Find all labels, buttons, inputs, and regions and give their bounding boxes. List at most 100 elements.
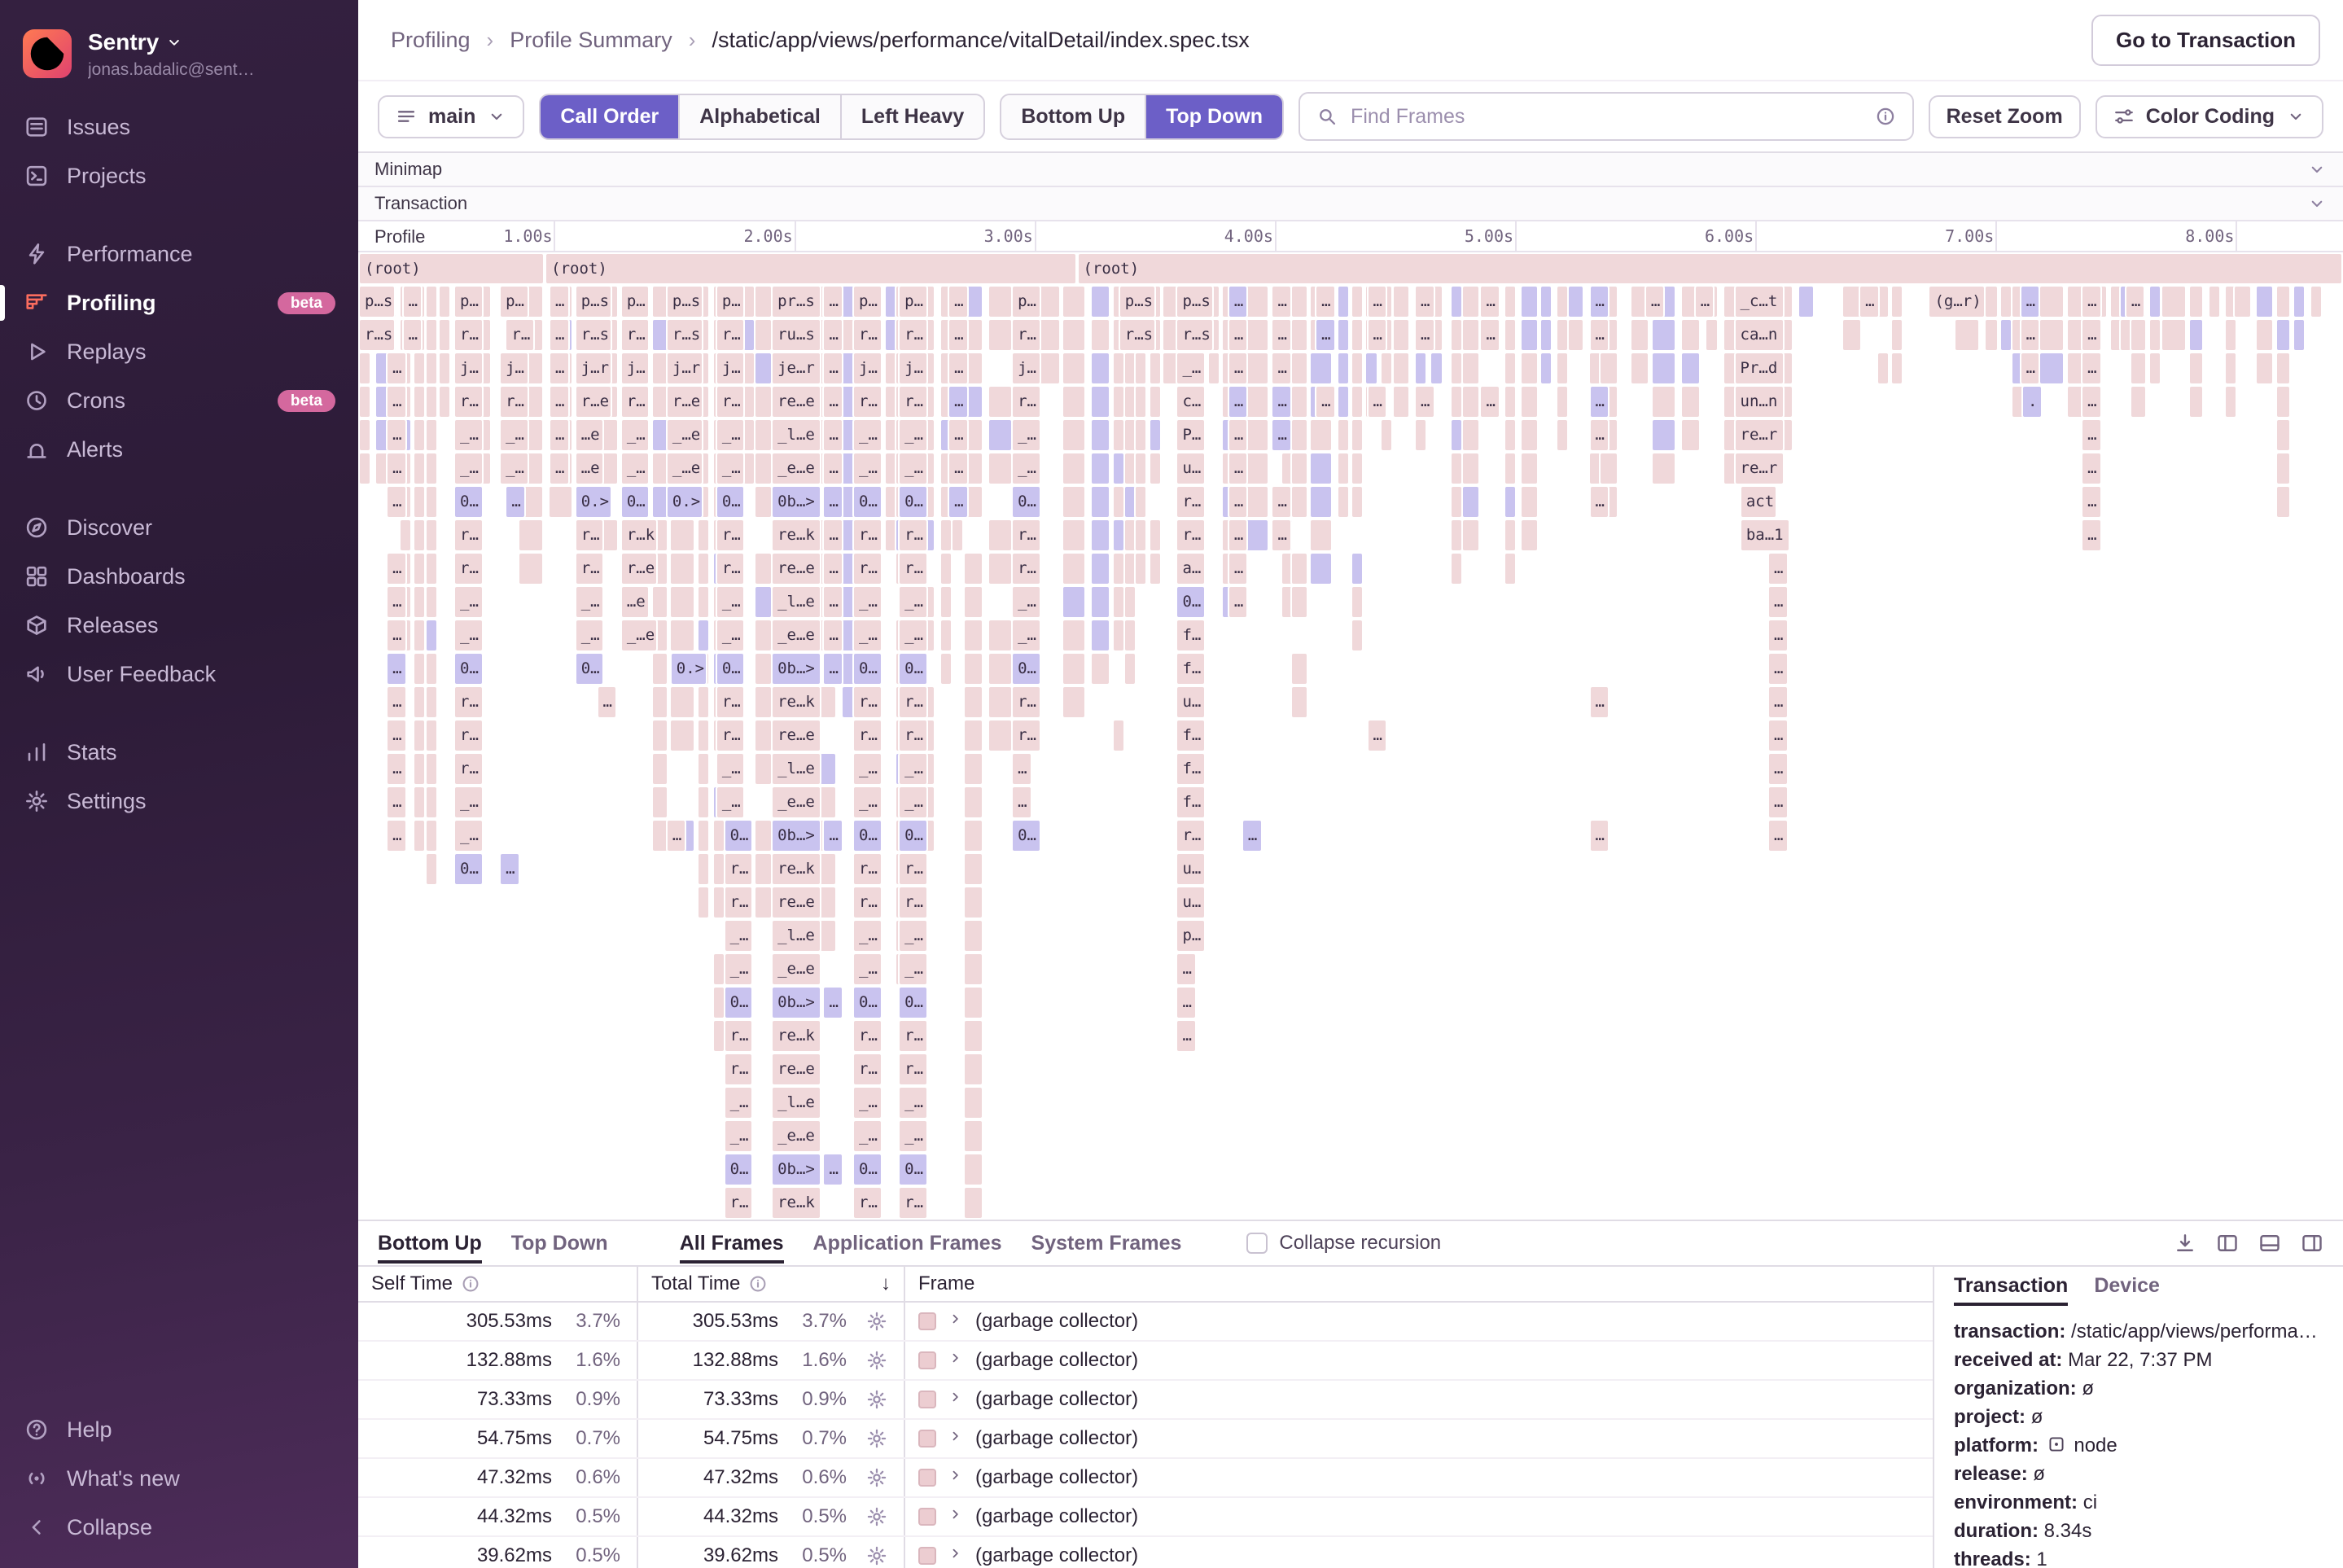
flame-frame[interactable]: a…: [1176, 552, 1206, 585]
flame-frame[interactable]: _…: [453, 819, 484, 852]
flame-frame[interactable]: _…: [716, 752, 746, 786]
flame-frame[interactable]: r…: [620, 385, 650, 418]
sidebar-item-collapse[interactable]: Collapse: [0, 1503, 358, 1552]
flame-frame[interactable]: [1290, 285, 1307, 318]
flame-frame[interactable]: r…: [852, 318, 882, 352]
flame-frame[interactable]: 0b…>: [771, 819, 821, 852]
flame-frame[interactable]: [963, 552, 983, 585]
flame-frame[interactable]: [425, 585, 438, 619]
flame-frame[interactable]: _…: [724, 1119, 754, 1153]
flame-frame[interactable]: …e: [620, 585, 650, 619]
flame-frame[interactable]: _e…e: [771, 786, 821, 819]
flame-frame[interactable]: …: [386, 452, 407, 485]
flame-frame[interactable]: [1090, 519, 1111, 552]
flame-frame[interactable]: [358, 418, 371, 452]
flame-frame[interactable]: [754, 819, 772, 852]
flame-frame[interactable]: [963, 652, 983, 685]
flame-frame[interactable]: [1504, 318, 1517, 352]
flame-frame[interactable]: _…: [1011, 418, 1041, 452]
flame-frame[interactable]: [1461, 285, 1480, 318]
flame-frame[interactable]: …: [1767, 652, 1789, 685]
flame-frame[interactable]: _…: [620, 452, 650, 485]
flame-frame[interactable]: j…: [499, 352, 529, 385]
flame-frame[interactable]: [1461, 418, 1480, 452]
flame-frame[interactable]: …: [1589, 685, 1610, 719]
flame-frame[interactable]: [697, 585, 710, 619]
flame-frame[interactable]: …: [948, 352, 969, 385]
flame-frame[interactable]: [1630, 352, 1650, 385]
flame-frame[interactable]: …: [1176, 953, 1197, 986]
flame-frame[interactable]: p…s: [666, 285, 703, 318]
flame-frame[interactable]: [1351, 318, 1364, 352]
flame-frame[interactable]: r…: [716, 519, 746, 552]
flame-frame[interactable]: …: [1767, 552, 1789, 585]
flame-frame[interactable]: _e…e: [771, 619, 821, 652]
flame-frame[interactable]: [1351, 385, 1364, 418]
flame-frame[interactable]: …: [2081, 285, 2102, 318]
flame-frame[interactable]: [2188, 385, 2204, 418]
flame-frame[interactable]: [1149, 519, 1162, 552]
flame-frame[interactable]: …: [549, 418, 570, 452]
flame-frame[interactable]: …: [1767, 719, 1789, 752]
flame-frame[interactable]: [1556, 352, 1569, 385]
flame-frame[interactable]: [399, 519, 412, 552]
flame-frame[interactable]: …: [2081, 318, 2102, 352]
flame-frame[interactable]: [697, 719, 710, 752]
flame-frame[interactable]: [1062, 485, 1085, 519]
flame-frame[interactable]: [1567, 285, 1585, 318]
flame-frame[interactable]: [1651, 452, 1676, 485]
flame-frame[interactable]: [651, 652, 668, 685]
flame-frame[interactable]: …: [822, 652, 843, 685]
flame-frame[interactable]: [425, 685, 438, 719]
flame-frame[interactable]: _…: [852, 452, 882, 485]
flame-frame[interactable]: [2039, 352, 2065, 385]
flame-frame[interactable]: [1890, 318, 1903, 352]
flame-frame[interactable]: _…: [453, 619, 484, 652]
details-tab-device[interactable]: Device: [2094, 1274, 2160, 1306]
chevron-right-icon[interactable]: [948, 1506, 964, 1527]
flame-frame[interactable]: …: [386, 418, 407, 452]
flame-frame[interactable]: re…e: [771, 886, 821, 919]
flame-frame[interactable]: …: [549, 285, 570, 318]
flame-frame[interactable]: …: [1228, 485, 1249, 519]
flame-frame[interactable]: …: [2081, 352, 2102, 385]
flame-frame[interactable]: 0…: [852, 986, 882, 1019]
flame-frame[interactable]: [1090, 285, 1111, 318]
flame-frame[interactable]: …: [1589, 819, 1610, 852]
flame-frame[interactable]: r…: [898, 519, 928, 552]
chevron-right-icon[interactable]: [948, 1545, 964, 1566]
flame-frame[interactable]: 0…: [620, 485, 650, 519]
flame-frame[interactable]: …: [1228, 285, 1249, 318]
flame-frame[interactable]: [754, 719, 772, 752]
flame-frame[interactable]: …: [386, 485, 407, 519]
tab-bottom-up[interactable]: Bottom Up: [378, 1224, 482, 1264]
flame-frame[interactable]: [1134, 452, 1147, 485]
flame-frame[interactable]: r…: [724, 852, 754, 886]
flame-frame[interactable]: _…: [575, 585, 605, 619]
flame-frame[interactable]: [1351, 552, 1364, 585]
flame-frame[interactable]: …: [1228, 418, 1249, 452]
flame-frame[interactable]: p…s: [1119, 285, 1156, 318]
flame-frame[interactable]: [1461, 519, 1480, 552]
flame-frame[interactable]: [2275, 452, 2292, 485]
flame-frame[interactable]: _l…e: [771, 585, 821, 619]
flame-frame[interactable]: r…: [852, 1186, 882, 1220]
collapse-recursion-checkbox[interactable]: Collapse recursion: [1246, 1232, 1441, 1255]
flame-frame[interactable]: [1954, 318, 1980, 352]
flame-frame[interactable]: [1630, 318, 1650, 352]
flame-frame[interactable]: r…: [852, 719, 882, 752]
flame-frame[interactable]: [988, 685, 1013, 719]
flame-frame[interactable]: [518, 519, 544, 552]
flame-frame[interactable]: r…: [1176, 519, 1206, 552]
flame-frame[interactable]: …: [1414, 385, 1435, 418]
flame-frame[interactable]: _…: [453, 418, 484, 452]
flame-frame[interactable]: r…: [505, 318, 535, 352]
flame-frame[interactable]: [1504, 385, 1517, 418]
flame-frame[interactable]: …: [402, 285, 423, 318]
flame-frame[interactable]: _…: [453, 452, 484, 485]
flame-frame[interactable]: r…s: [575, 318, 612, 352]
flame-frame[interactable]: [963, 852, 983, 886]
flame-frame[interactable]: [425, 852, 438, 886]
table-row[interactable]: 44.32ms0.5%44.32ms0.5%(garbage collector…: [358, 1498, 1933, 1537]
flame-frame[interactable]: …: [1011, 786, 1032, 819]
